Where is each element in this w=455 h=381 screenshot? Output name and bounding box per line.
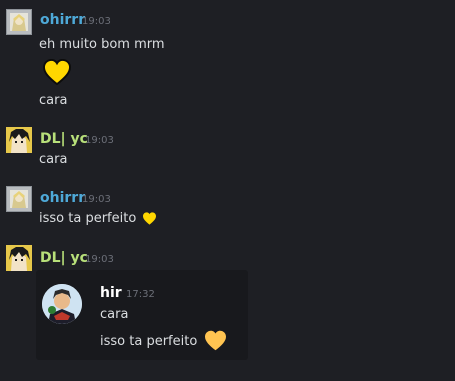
yellow-heart-icon bbox=[143, 212, 156, 225]
avatar-ohirrr[interactable] bbox=[6, 9, 32, 35]
avatar-dl-yc[interactable] bbox=[6, 245, 32, 271]
avatar-ohirrr[interactable] bbox=[6, 186, 32, 212]
message-text: cara bbox=[39, 152, 68, 167]
avatar-image bbox=[6, 127, 32, 153]
avatar-dl-yc[interactable] bbox=[6, 127, 32, 153]
quoted-message-text: isso ta perfeito bbox=[100, 334, 198, 349]
avatar-image bbox=[42, 284, 82, 324]
avatar-image bbox=[6, 9, 32, 35]
yellow-heart-icon bbox=[43, 59, 71, 85]
quoted-message-author[interactable]: hir bbox=[100, 285, 122, 301]
avatar-hir[interactable] bbox=[42, 284, 82, 324]
quoted-message-timestamp: 17:32 bbox=[126, 289, 155, 300]
message-author[interactable]: ohirrr bbox=[40, 190, 85, 206]
message-timestamp: 19:03 bbox=[85, 135, 114, 146]
avatar-image bbox=[6, 245, 32, 271]
avatar-image bbox=[6, 186, 32, 212]
message-text: isso ta perfeito bbox=[39, 211, 137, 226]
quoted-message-text: cara bbox=[100, 307, 129, 322]
message-author[interactable]: DL| yc bbox=[40, 131, 88, 147]
message-text: cara bbox=[39, 93, 68, 108]
orange-heart-icon bbox=[205, 330, 226, 351]
chat-view: ohirrr 19:03 eh muito bom mrm cara DL| y… bbox=[0, 0, 455, 381]
message-timestamp: 19:03 bbox=[85, 254, 114, 265]
message-text: eh muito bom mrm bbox=[39, 37, 165, 52]
message-author[interactable]: DL| yc bbox=[40, 250, 88, 266]
message-timestamp: 19:03 bbox=[82, 194, 111, 205]
message-timestamp: 19:03 bbox=[82, 16, 111, 27]
message-author[interactable]: ohirrr bbox=[40, 12, 85, 28]
